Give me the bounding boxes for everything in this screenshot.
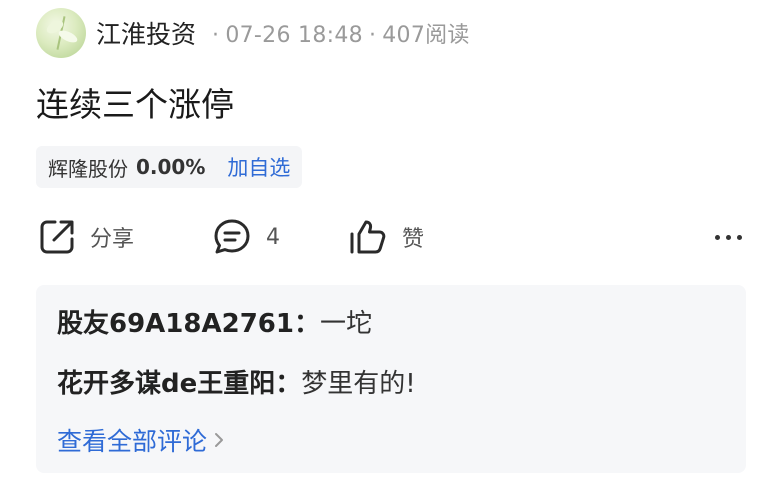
post-card: 江淮投资 · 07-26 18:48 · 407阅读 连续三个涨停 辉隆股份 0.00… xyxy=(0,0,781,500)
avatar[interactable] xyxy=(36,8,86,58)
author-name[interactable]: 江淮投资 xyxy=(96,15,196,51)
stock-tag[interactable]: 辉隆股份 0.00% 加自选 xyxy=(36,146,303,188)
comment-item[interactable]: 花开多谋de王重阳：梦里有的! xyxy=(57,363,416,400)
view-all-label: 查看全部评论 xyxy=(57,427,208,456)
like-icon xyxy=(350,220,386,254)
post-date: 07-26 18:48 xyxy=(225,23,363,48)
read-count: 407阅读 xyxy=(382,23,470,48)
meta-separator: · xyxy=(368,23,377,48)
comment-text: 梦里有的! xyxy=(301,369,416,399)
post-meta: · 07-26 18:48 · 407阅读 xyxy=(206,17,470,49)
share-label: 分享 xyxy=(90,227,135,252)
meta-separator: · xyxy=(212,23,220,48)
comment-colon: ： xyxy=(275,369,302,399)
post-title[interactable]: 连续三个涨停 xyxy=(36,78,234,126)
stock-name[interactable]: 辉隆股份 xyxy=(48,153,128,182)
comment-item[interactable]: 股友69A18A2761：一坨 xyxy=(57,303,372,340)
comment-colon: ： xyxy=(293,309,320,339)
comment-user[interactable]: 股友69A18A2761 xyxy=(57,309,294,339)
chevron-right-icon xyxy=(215,433,224,447)
share-button[interactable]: 分享 xyxy=(38,214,134,260)
like-label: 赞 xyxy=(402,227,425,252)
comment-icon xyxy=(214,219,250,254)
share-icon xyxy=(40,220,74,254)
add-watchlist-button[interactable]: 加自选 xyxy=(227,152,290,182)
action-bar: 分享 4 赞 xyxy=(36,214,746,260)
stock-change: 0.00% xyxy=(136,155,206,179)
post-header: 江淮投资 · 07-26 18:48 · 407阅读 xyxy=(36,8,470,58)
comment-button[interactable]: 4 xyxy=(212,214,280,260)
comment-count: 4 xyxy=(266,224,280,250)
view-all-comments-link[interactable]: 查看全部评论 xyxy=(57,422,225,458)
like-button[interactable]: 赞 xyxy=(348,214,424,260)
comments-preview: 股友69A18A2761：一坨 花开多谋de王重阳：梦里有的! 查看全部评论 xyxy=(36,285,746,473)
comment-text: 一坨 xyxy=(320,309,373,339)
comment-user[interactable]: 花开多谋de王重阳 xyxy=(57,369,275,399)
more-icon[interactable] xyxy=(715,226,742,248)
